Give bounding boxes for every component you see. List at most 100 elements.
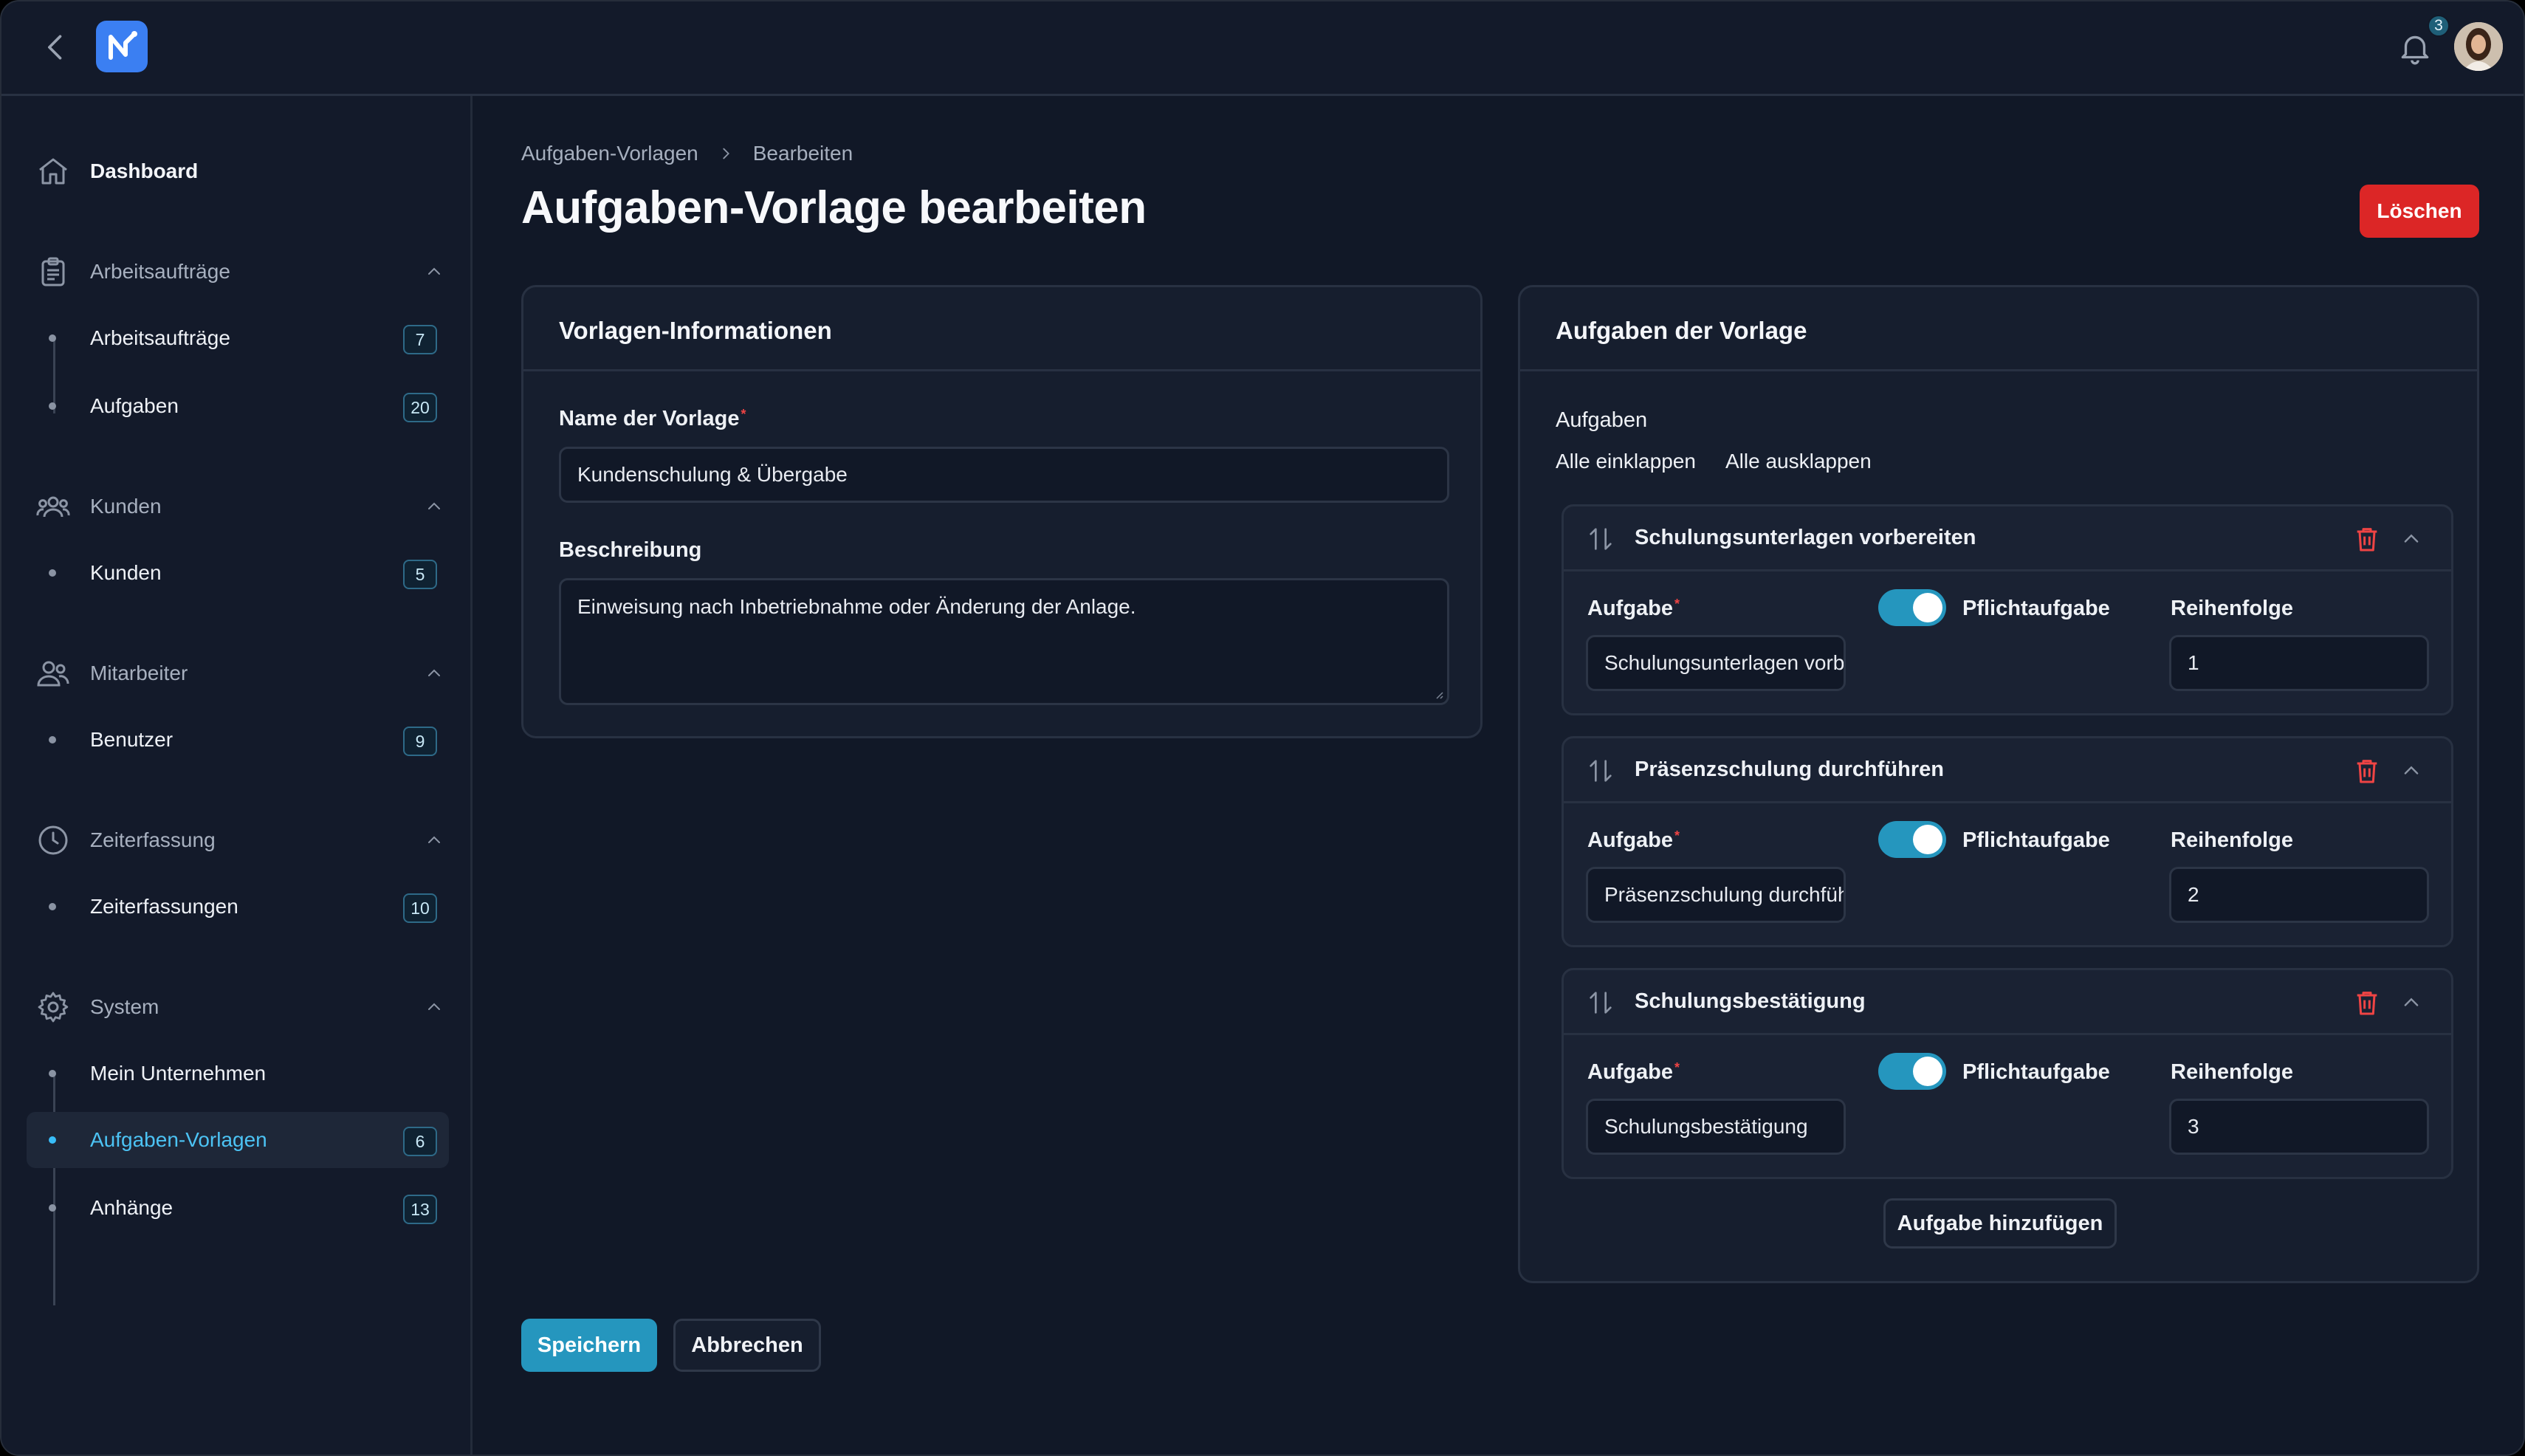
count-badge: 20 — [403, 393, 437, 422]
sidebar-item-anhaenge[interactable]: Anhänge 13 — [27, 1180, 449, 1236]
sidebar-item-label: Anhänge — [90, 1196, 174, 1219]
order-input[interactable]: 3 — [2169, 1099, 2429, 1155]
description-text: Einweisung nach Inbetriebnahme oder Ände… — [577, 595, 1136, 618]
nav-group-label: Arbeitsaufträge — [90, 260, 230, 283]
task-header[interactable]: Schulungsunterlagen vorbereiten — [1564, 506, 2451, 571]
home-icon — [39, 158, 67, 185]
nav-group-label: Zeiterfassung — [90, 828, 216, 851]
nav-group-system[interactable]: System — [35, 985, 449, 1029]
field-label-aufgabe: Aufgabe * — [1587, 828, 1680, 852]
sidebar-item-mein-unternehmen[interactable]: Mein Unternehmen — [27, 1045, 449, 1102]
field-label-aufgabe: Aufgabe * — [1587, 1060, 1680, 1084]
required-label: Pflichtaufgabe — [1962, 597, 2110, 620]
nav-group-arbeitsauftraege[interactable]: Arbeitsaufträge — [35, 250, 449, 294]
chevron-up-icon[interactable] — [2401, 529, 2422, 549]
order-label: Reihenfolge — [2171, 828, 2293, 852]
cancel-button[interactable]: Abbrechen — [673, 1319, 821, 1372]
bullet — [49, 334, 56, 342]
description-textarea[interactable]: Einweisung nach Inbetriebnahme oder Ände… — [559, 578, 1449, 705]
required-toggle[interactable] — [1878, 821, 1946, 858]
nav-group-label: Kunden — [90, 495, 162, 518]
required-toggle[interactable] — [1878, 589, 1946, 626]
bullet — [49, 903, 56, 910]
app-window: 3 Dashboard Arbeitsaufträge Arbeitsauftr… — [0, 0, 2525, 1456]
breadcrumb: Aufgaben-Vorlagen Bearbeiten — [521, 142, 853, 165]
drag-sort-icon[interactable] — [1586, 988, 1615, 1017]
template-name-input[interactable]: Kundenschulung & Übergabe — [559, 447, 1449, 503]
count-badge: 6 — [403, 1127, 437, 1156]
task-input[interactable]: Präsenzschulung durchführen — [1586, 867, 1846, 923]
sidebar-item-label: Aufgaben-Vorlagen — [90, 1128, 267, 1151]
bell-icon[interactable] — [2397, 30, 2433, 66]
required-toggle[interactable] — [1878, 1053, 1946, 1090]
field-label-description: Beschreibung — [559, 538, 702, 562]
nav-dashboard-label: Dashboard — [90, 159, 199, 182]
trash-icon[interactable] — [2352, 755, 2382, 787]
field-label-text: Aufgabe — [1587, 1060, 1673, 1084]
chevron-up-icon — [428, 669, 440, 676]
sidebar-item-zeiterfassungen[interactable]: Zeiterfassungen 10 — [27, 879, 449, 935]
card-title: Aufgaben der Vorlage — [1556, 317, 1807, 344]
nav-group-kunden[interactable]: Kunden — [35, 484, 449, 529]
bullet — [49, 1070, 56, 1077]
nav-group-zeiterfassung[interactable]: Zeiterfassung — [35, 818, 449, 862]
task-title: Schulungsbestätigung — [1635, 989, 1866, 1013]
save-button[interactable]: Speichern — [521, 1319, 657, 1372]
users-icon — [37, 661, 69, 687]
bullet — [49, 1204, 56, 1212]
count-badge: 5 — [403, 560, 437, 589]
bullet — [49, 1136, 56, 1144]
field-label-aufgabe: Aufgabe * — [1587, 597, 1680, 620]
back-arrow-icon[interactable] — [40, 31, 72, 63]
nav-group-label: Mitarbeiter — [90, 662, 188, 684]
field-label-text: Aufgabe — [1587, 597, 1673, 620]
page-title: Aufgaben-Vorlage bearbeiten — [521, 182, 1147, 233]
expand-all-link[interactable]: Alle ausklappen — [1725, 450, 1872, 473]
sidebar-item-arbeitsauftraege[interactable]: Arbeitsaufträge 7 — [27, 310, 449, 366]
clock-icon — [38, 825, 68, 855]
collapse-all-link[interactable]: Alle einklappen — [1556, 450, 1696, 473]
task-input[interactable]: Schulungsbestätigung — [1586, 1099, 1846, 1155]
task-input[interactable]: Schulungsunterlagen vorbereiten — [1586, 635, 1846, 691]
task-header[interactable]: Präsenzschulung durchführen — [1564, 738, 2451, 803]
card-header: Vorlagen-Informationen — [523, 287, 1480, 371]
field-label-text: Name der Vorlage — [559, 407, 740, 430]
card-title: Vorlagen-Informationen — [559, 317, 832, 344]
breadcrumb-current: Bearbeiten — [752, 142, 853, 165]
sidebar-item-label: Benutzer — [90, 728, 174, 751]
tasks-section-label: Aufgaben — [1556, 408, 1648, 432]
drag-sort-icon[interactable] — [1586, 756, 1615, 786]
nav-dashboard[interactable]: Dashboard — [35, 149, 449, 193]
sidebar-item-label: Zeiterfassungen — [90, 895, 238, 918]
task-header[interactable]: Schulungsbestätigung — [1564, 970, 2451, 1035]
nav-group-mitarbeiter[interactable]: Mitarbeiter — [35, 651, 449, 696]
trash-icon[interactable] — [2352, 986, 2382, 1019]
count-badge: 13 — [403, 1195, 437, 1224]
trash-icon[interactable] — [2352, 523, 2382, 555]
order-input[interactable]: 2 — [2169, 867, 2429, 923]
order-label: Reihenfolge — [2171, 1060, 2293, 1084]
sidebar-item-aufgaben[interactable]: Aufgaben 20 — [27, 378, 449, 434]
card-header: Aufgaben der Vorlage — [1520, 287, 2477, 371]
user-avatar[interactable] — [2454, 22, 2503, 71]
sidebar-item-kunden[interactable]: Kunden 5 — [27, 545, 449, 601]
required-label: Pflichtaufgabe — [1962, 828, 2110, 852]
chevron-up-icon[interactable] — [2401, 992, 2422, 1013]
drag-sort-icon[interactable] — [1586, 524, 1615, 554]
sidebar-item-label: Kunden — [90, 561, 162, 584]
delete-button[interactable]: Löschen — [2360, 185, 2479, 238]
avatar-icon — [2454, 22, 2503, 71]
add-task-button[interactable]: Aufgabe hinzufügen — [1883, 1198, 2117, 1249]
chevron-up-icon[interactable] — [2401, 760, 2422, 781]
resize-grip-icon[interactable] — [1432, 688, 1444, 700]
app-logo[interactable] — [96, 21, 148, 72]
sidebar-item-label: Aufgaben — [90, 394, 179, 417]
task-title: Schulungsunterlagen vorbereiten — [1635, 526, 1976, 549]
logo-icon — [109, 31, 137, 60]
users-group-icon — [36, 496, 70, 518]
order-input[interactable]: 1 — [2169, 635, 2429, 691]
nav-group-label: System — [90, 995, 159, 1018]
sidebar-item-aufgaben-vorlagen[interactable]: Aufgaben-Vorlagen 6 — [27, 1112, 449, 1168]
sidebar-item-benutzer[interactable]: Benutzer 9 — [27, 712, 449, 768]
breadcrumb-link[interactable]: Aufgaben-Vorlagen — [521, 142, 698, 165]
